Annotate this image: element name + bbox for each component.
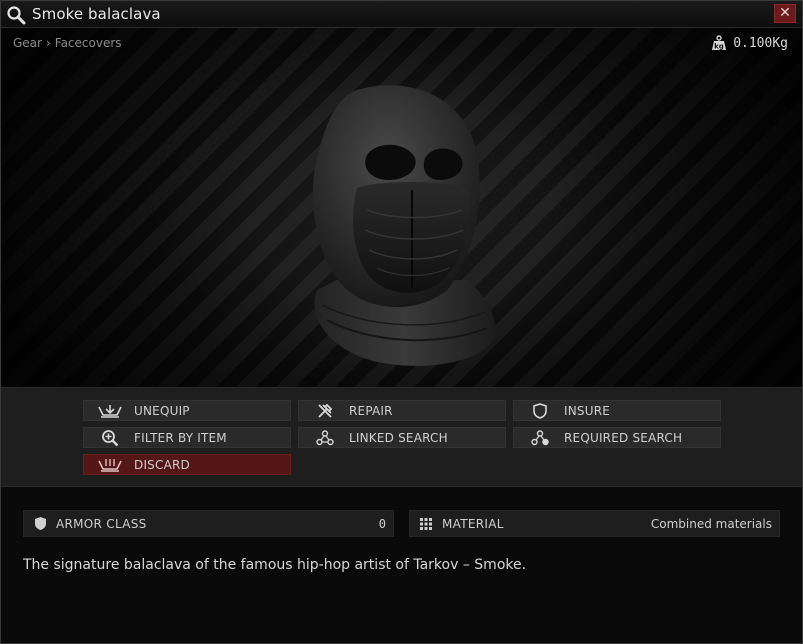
discard-label: DISCARD — [134, 457, 190, 472]
stat-label: MATERIAL — [442, 516, 504, 531]
insure-label: INSURE — [564, 403, 611, 418]
unequip-button[interactable]: UNEQUIP — [83, 400, 291, 421]
armor-shield-icon — [32, 516, 48, 532]
repair-icon — [311, 401, 339, 420]
discard-button[interactable]: DISCARD — [83, 454, 291, 475]
balaclava-image — [312, 85, 496, 366]
weight-icon: kg — [712, 35, 727, 51]
close-button[interactable]: ✕ — [774, 4, 796, 23]
stat-material: MATERIAL Combined materials — [409, 510, 780, 537]
stat-label: ARMOR CLASS — [56, 516, 147, 531]
breadcrumb-item-facecovers[interactable]: Facecovers — [55, 36, 122, 50]
magnify-plus-icon — [96, 428, 124, 447]
filter-by-item-button[interactable]: FILTER BY ITEM — [83, 427, 291, 448]
filter-by-item-label: FILTER BY ITEM — [134, 430, 227, 445]
linked-search-button[interactable]: LINKED SEARCH — [298, 427, 506, 448]
repair-label: REPAIR — [349, 403, 393, 418]
required-search-label: REQUIRED SEARCH — [564, 430, 683, 445]
linked-search-icon — [311, 428, 339, 447]
stat-value: 0 — [378, 516, 386, 531]
material-grid-icon — [418, 516, 434, 532]
required-search-icon — [526, 428, 554, 447]
shield-icon — [526, 401, 554, 420]
item-preview: Gear › Facecovers kg 0.100Kg — [1, 28, 802, 387]
window-title: Smoke balaclava — [32, 5, 161, 23]
item-inspect-window: Smoke balaclava ✕ Gear › Facecovers kg 0.1… — [0, 0, 803, 644]
stat-value: Combined materials — [650, 516, 772, 531]
action-panel: UNEQUIP REPAIR INSURE FILTER BY ITEM LIN… — [1, 387, 802, 487]
required-search-button[interactable]: REQUIRED SEARCH — [513, 427, 721, 448]
item-weight: kg 0.100Kg — [711, 35, 788, 51]
item-description: The signature balaclava of the famous hi… — [23, 557, 527, 573]
linked-search-label: LINKED SEARCH — [349, 430, 448, 445]
breadcrumb-item-gear[interactable]: Gear — [13, 36, 42, 50]
insure-button[interactable]: INSURE — [513, 400, 721, 421]
title-bar[interactable]: Smoke balaclava ✕ — [1, 1, 802, 28]
repair-button[interactable]: REPAIR — [298, 400, 506, 421]
stat-armor-class: ARMOR CLASS 0 — [23, 510, 394, 537]
discard-icon — [96, 455, 124, 474]
unequip-label: UNEQUIP — [134, 403, 190, 418]
weight-value: 0.100Kg — [733, 35, 788, 51]
unequip-icon — [96, 401, 124, 420]
breadcrumb-separator: › — [45, 36, 51, 50]
search-icon — [7, 6, 26, 25]
breadcrumb: Gear › Facecovers — [13, 36, 122, 50]
svg-text:kg: kg — [714, 43, 724, 51]
